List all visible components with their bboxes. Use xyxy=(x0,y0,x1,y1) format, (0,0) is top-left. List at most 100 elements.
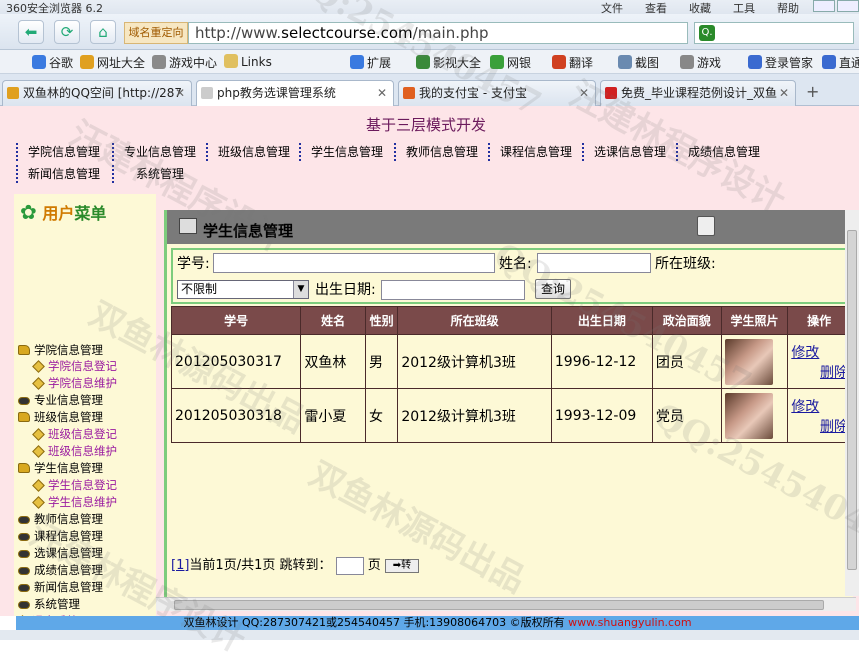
bookmark-item[interactable]: Links xyxy=(224,54,272,69)
refresh-icon[interactable]: ⟳ xyxy=(54,20,80,44)
menu-item[interactable]: 学院信息登记 xyxy=(32,358,117,374)
student-table: 学号 姓名 性别 所在班级 出生日期 政治面貌 学生照片 操作 201205030317 双鱼林… xyxy=(170,306,851,443)
menu-item-label: 学院信息管理 xyxy=(34,343,103,357)
close-icon[interactable]: ✕ xyxy=(779,81,789,105)
home-icon[interactable]: ⌂ xyxy=(90,20,116,44)
menu-item[interactable]: 新闻信息管理 xyxy=(18,579,103,595)
cell-sex: 男 xyxy=(364,334,399,389)
browser-tab[interactable]: 双鱼林的QQ空间 [http://287 ✕ xyxy=(2,80,192,106)
window-controls xyxy=(811,0,859,12)
browser-tab[interactable]: 免费_毕业课程范例设计_双鱼 ✕ xyxy=(600,80,796,106)
cell-id: 201205030318 xyxy=(170,388,302,443)
cell-sex: 女 xyxy=(364,388,399,443)
menu-item[interactable]: 专业信息管理 xyxy=(18,392,103,408)
menu-item[interactable]: 班级信息登记 xyxy=(32,426,117,442)
nav-item[interactable]: 课程信息管理 xyxy=(488,143,572,161)
bookmark-label: Links xyxy=(241,55,272,69)
folder-icon xyxy=(18,412,30,422)
bookmark-item[interactable]: 游戏中心 xyxy=(152,54,217,71)
menu-item[interactable]: 班级信息维护 xyxy=(32,443,117,459)
footer-text: 双鱼林设计 QQ:287307421或254540457 手机:13908064… xyxy=(183,616,565,629)
menu-item[interactable]: 系统管理 xyxy=(18,596,80,612)
nav-item[interactable]: 成绩信息管理 xyxy=(676,143,760,161)
delete-link[interactable]: 删除 xyxy=(791,362,850,382)
search-icon: Q. xyxy=(699,25,715,41)
menu-item[interactable]: 选课信息管理 xyxy=(18,545,103,561)
close-icon[interactable]: ✕ xyxy=(377,81,387,105)
menu-item[interactable]: 学生信息管理 xyxy=(18,460,103,476)
nav-item[interactable]: 选课信息管理 xyxy=(582,143,666,161)
column-header: 政治面貌 xyxy=(651,306,722,335)
bookmark-label: 登录管家 xyxy=(765,56,814,70)
minimize-button[interactable] xyxy=(813,0,835,12)
nav-item[interactable]: 学生信息管理 xyxy=(299,143,383,161)
nav-item[interactable]: 新闻信息管理 xyxy=(16,165,100,183)
browser-tab[interactable]: 我的支付宝 - 支付宝 ✕ xyxy=(398,80,596,106)
bookmark-item[interactable]: 影视大全 xyxy=(416,54,481,71)
bookmark-item[interactable]: 扩展 xyxy=(350,54,391,71)
delete-link[interactable]: 删除 xyxy=(791,416,850,436)
menu-item[interactable]: 课程信息管理 xyxy=(18,528,103,544)
bookmark-item[interactable]: 网银 xyxy=(490,54,531,71)
table-body: 201205030317 双鱼林男 2012级计算机3班 1996-12-12 团员 修改… xyxy=(170,334,851,443)
page-jump-input[interactable] xyxy=(335,556,364,575)
url-input[interactable]: http://www.selectcourse.com/main.php xyxy=(188,22,688,44)
tab-favicon xyxy=(7,87,19,99)
student-no-input[interactable] xyxy=(213,253,495,273)
vertical-scroll-thumb[interactable] xyxy=(847,230,857,570)
class-select[interactable]: 不限制 ▼ xyxy=(177,280,309,299)
edit-link[interactable]: 修改 xyxy=(791,342,850,362)
menu-item[interactable]: 教师信息管理 xyxy=(18,511,103,527)
back-icon[interactable]: ⬅ xyxy=(18,20,44,44)
vertical-scrollbar[interactable] xyxy=(845,210,859,596)
nav-item[interactable]: 班级信息管理 xyxy=(206,143,290,161)
menu-item[interactable]: 学院信息维护 xyxy=(32,375,117,391)
nav-item[interactable]: 学院信息管理 xyxy=(16,143,100,161)
browser-tab[interactable]: php教务选课管理系统 ✕ xyxy=(196,80,394,107)
go-button[interactable]: ➡转 xyxy=(384,558,419,573)
bookmark-item[interactable]: 截图 xyxy=(618,54,659,71)
bookmark-label: 网址大全 xyxy=(97,56,146,70)
menu-item-label: 学生信息管理 xyxy=(34,461,103,475)
database-icon xyxy=(18,601,30,609)
print-icon[interactable] xyxy=(697,216,715,236)
bookmark-item[interactable]: 谷歌 xyxy=(32,54,73,71)
bookmark-item[interactable]: 翻译 xyxy=(552,54,593,71)
close-icon[interactable]: ✕ xyxy=(175,81,185,105)
bookmark-icon xyxy=(748,55,762,69)
new-tab-icon[interactable]: + xyxy=(806,82,819,101)
bookmark-item[interactable]: 直通 xyxy=(822,54,859,71)
redirect-badge[interactable]: 域名重定向 xyxy=(124,22,188,44)
menu-item[interactable]: 成绩信息管理 xyxy=(18,562,103,578)
menu-item[interactable]: 班级信息管理 xyxy=(18,409,103,425)
diamond-icon xyxy=(32,479,45,492)
nav-item[interactable]: 专业信息管理 xyxy=(112,143,196,161)
bookmark-item[interactable]: 登录管家 xyxy=(748,54,813,71)
horizontal-scroll-thumb[interactable] xyxy=(174,600,824,610)
footer-link[interactable]: www.shuangyulin.com xyxy=(568,616,691,629)
menu-item[interactable]: 学院信息管理 xyxy=(18,342,103,358)
database-icon xyxy=(18,516,30,524)
tab-favicon xyxy=(403,87,415,99)
menu-item[interactable]: 学生信息维护 xyxy=(32,494,117,510)
menu-title-menu: 菜单 xyxy=(74,204,107,223)
query-button[interactable]: 查询 xyxy=(535,279,571,299)
browser-search-box[interactable]: Q. xyxy=(694,22,854,44)
page-link[interactable]: [1] xyxy=(171,558,189,573)
menu-item-label: 专业信息管理 xyxy=(34,393,103,407)
bookmark-icon xyxy=(350,55,364,69)
horizontal-scrollbar[interactable] xyxy=(156,597,856,611)
maximize-button[interactable] xyxy=(837,0,859,12)
menu-item[interactable]: 学生信息登记 xyxy=(32,477,117,493)
bookmark-icon xyxy=(822,55,836,69)
nav-item[interactable]: 教师信息管理 xyxy=(394,143,478,161)
birth-input[interactable] xyxy=(381,280,525,300)
bookmark-item[interactable]: 网址大全 xyxy=(80,54,145,71)
panel-header: 学生信息管理 xyxy=(164,210,853,244)
close-icon[interactable]: ✕ xyxy=(579,81,589,105)
nav-item[interactable]: 系统管理 xyxy=(112,165,184,183)
edit-link[interactable]: 修改 xyxy=(791,396,850,416)
name-input[interactable] xyxy=(537,253,651,273)
bookmark-item[interactable]: 游戏 xyxy=(680,54,721,71)
diamond-icon xyxy=(32,377,45,390)
